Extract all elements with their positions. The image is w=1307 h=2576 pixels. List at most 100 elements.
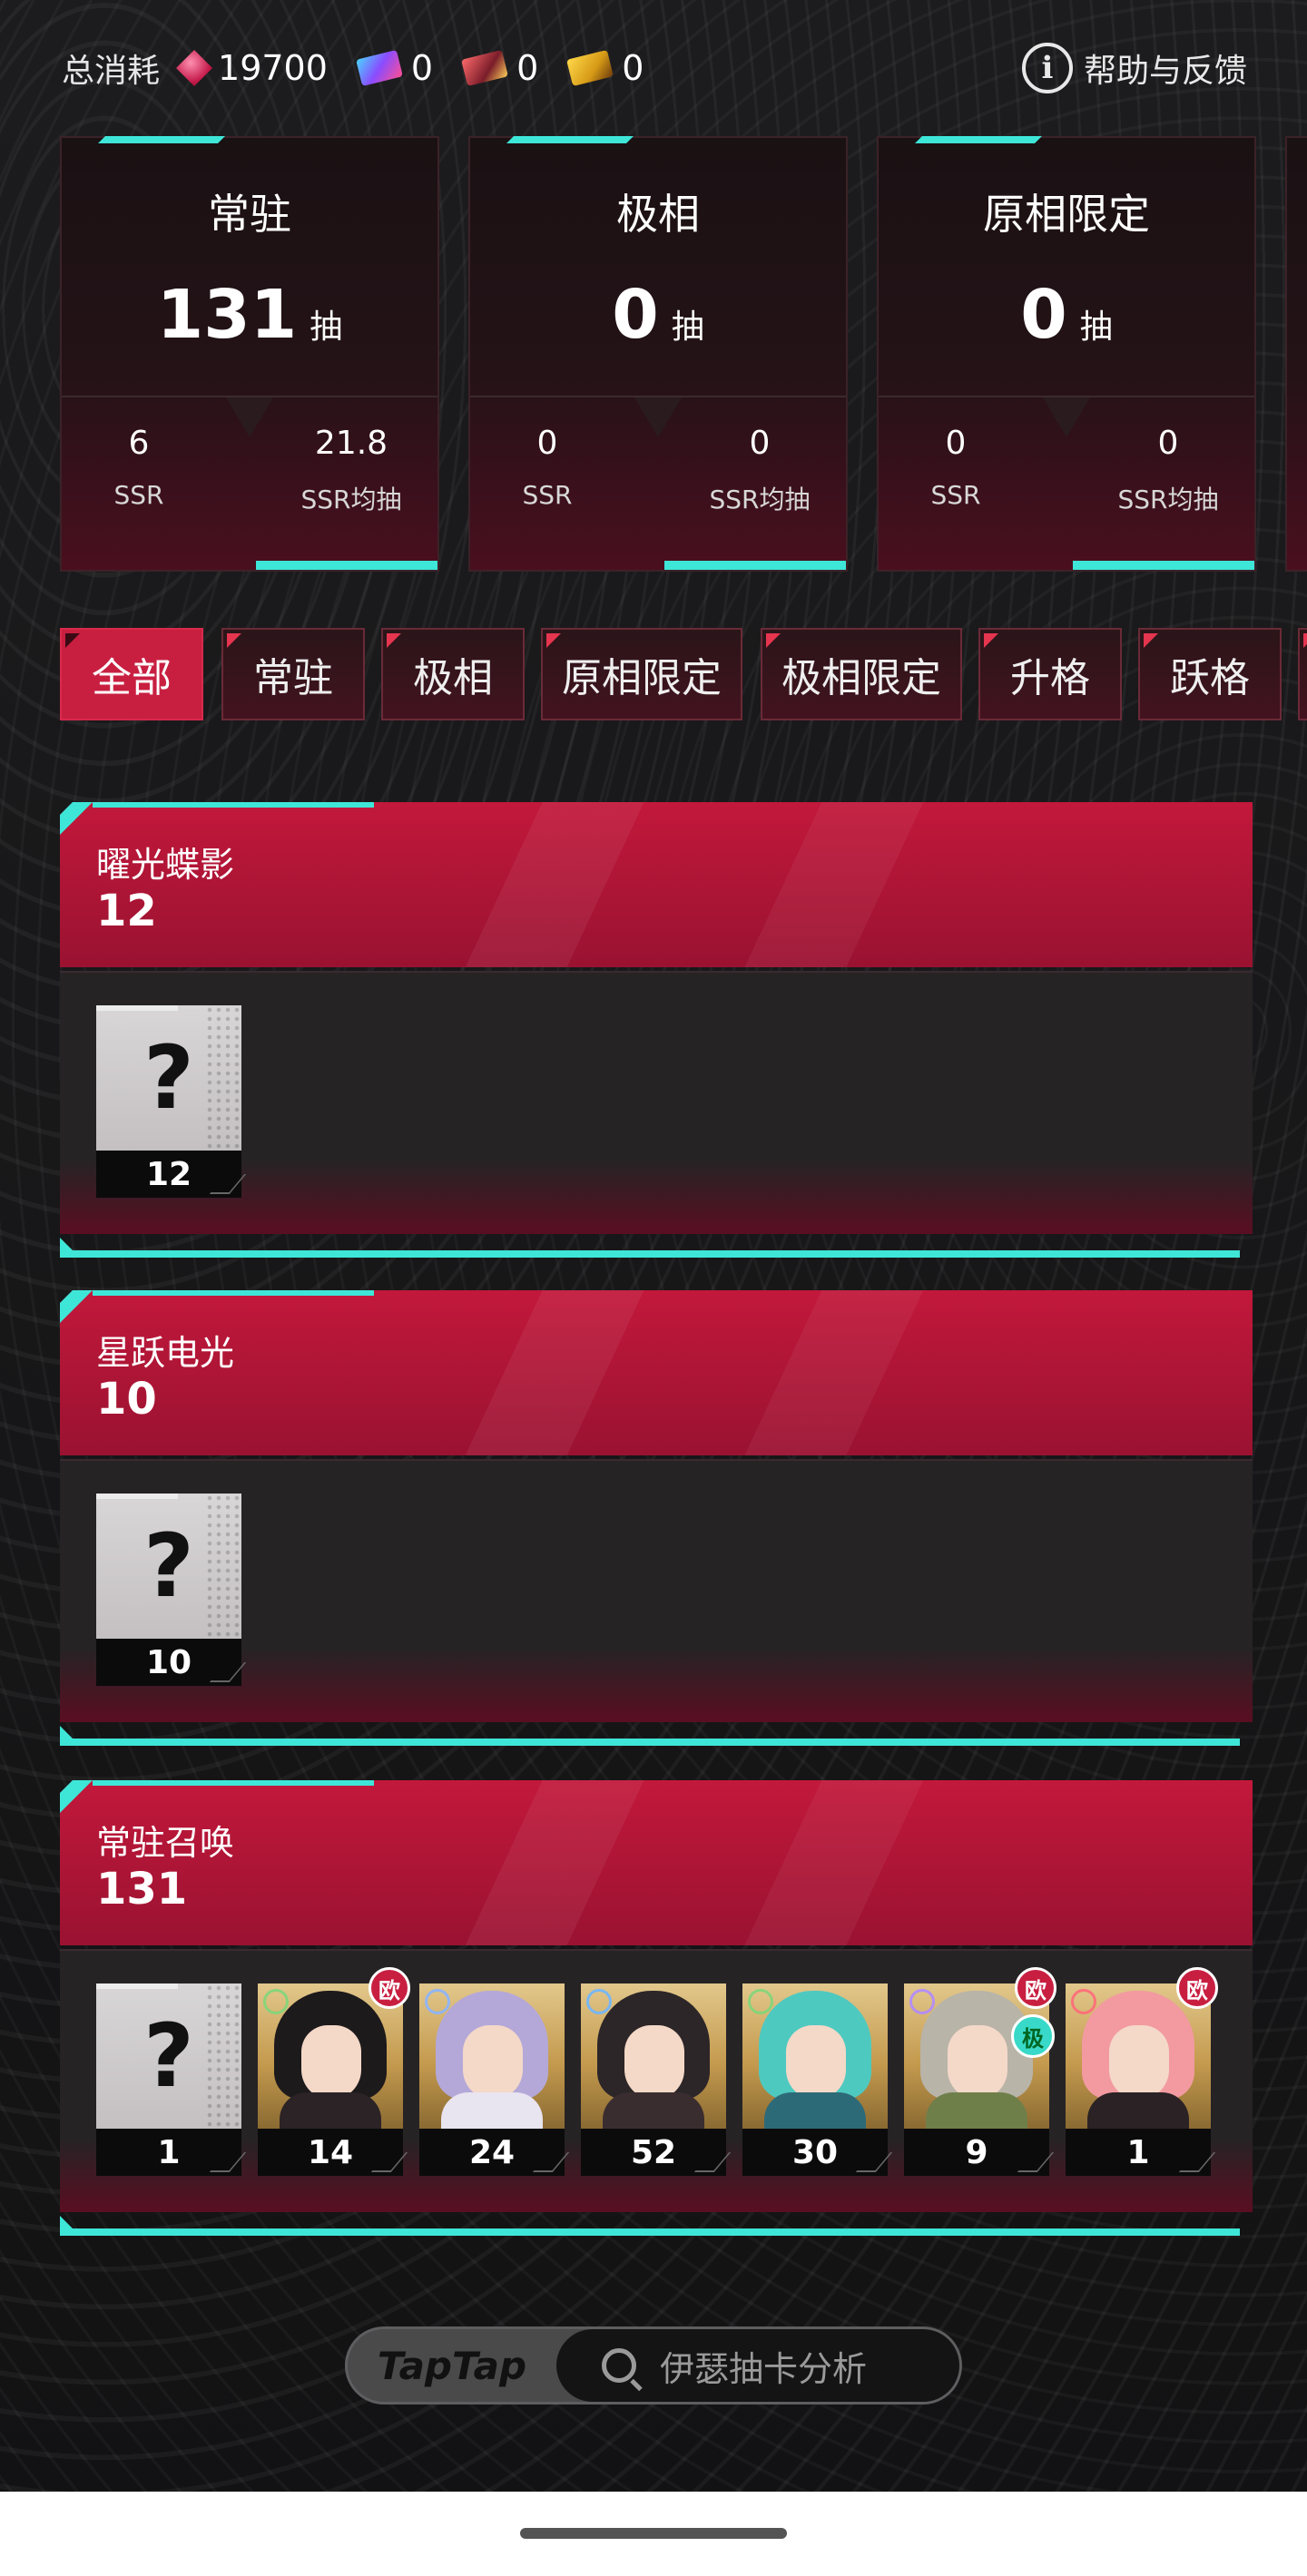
ssr-stat: 6 SSR (80, 425, 198, 510)
tab-extreme-limited[interactable]: 极相限定 (761, 628, 962, 720)
character-slot[interactable]: 欧 14 (258, 1967, 410, 2176)
ssr-avg-stat: 21.8 SSR均抽 (283, 425, 419, 516)
pull-count-label: 1 (1066, 2129, 1211, 2176)
character-slot[interactable]: 52 (581, 1983, 726, 2176)
ticket-red-value: 0 (516, 48, 539, 88)
pool-name: 曜光蝶影 (96, 845, 235, 885)
pool-body: ? 10 (60, 1459, 1253, 1722)
pull-count: 0 (1020, 276, 1067, 354)
character-list: ? 1 欧 14 24 52 30 欧 极 9 欧 1 (96, 1967, 1227, 2176)
character-slot[interactable]: 欧 1 (1066, 1967, 1218, 2176)
triangle-decoration (1043, 397, 1090, 437)
character-slot[interactable]: 30 (742, 1983, 888, 2176)
tab-standard[interactable]: 常驻 (221, 628, 365, 720)
stat-card-pulls: 0抽 (470, 276, 846, 354)
stat-card-extreme[interactable]: 极相 0抽 0 SSR 0 SSR均抽 (468, 136, 848, 572)
teal-accent-line (60, 1739, 1240, 1746)
face-shape (624, 2025, 684, 2100)
help-feedback-button[interactable]: i 帮助与反馈 (1021, 43, 1247, 93)
lucky-badge: 欧 (1176, 1967, 1218, 2009)
divider (470, 396, 846, 397)
info-icon: i (1021, 43, 1073, 93)
consumption-label: 总消耗 (62, 53, 161, 90)
search-icon (602, 2348, 636, 2383)
stat-card-title: 常驻 (208, 190, 291, 239)
pull-count-label: 52 (581, 2129, 726, 2176)
pull-unit: 抽 (310, 309, 343, 346)
face-shape (786, 2025, 846, 2100)
pool-header[interactable]: 星跃电光 10 (60, 1290, 1253, 1455)
element-icon (263, 1989, 289, 2014)
ssr-label: SSR (113, 480, 164, 510)
extreme-badge: 极 (1011, 2014, 1055, 2058)
stat-card-partial[interactable] (1285, 136, 1307, 572)
character-slot[interactable]: ? 1 (96, 1983, 241, 2176)
pool-header[interactable]: 曜光蝶影 12 (60, 802, 1253, 967)
stat-card-standard[interactable]: 常驻 131 抽 6 SSR 21.8 SSR均抽 (60, 136, 439, 572)
stat-card-limited[interactable]: 原相限定 0抽 0 SSR 0 SSR均抽 (877, 136, 1256, 572)
tab-leap[interactable]: 跃格 (1138, 628, 1282, 720)
body-shape (1087, 2092, 1189, 2129)
character-slot[interactable]: ? 12 (96, 1005, 241, 1198)
pull-count-label: 24 (419, 2129, 565, 2176)
teal-accent-line (60, 2228, 1240, 2236)
body-shape (603, 2092, 704, 2129)
character-slot[interactable]: 欧 极 9 (904, 1967, 1056, 2176)
character-list: ? 10 (96, 1494, 258, 1686)
pull-count-label: 30 (742, 2129, 888, 2176)
ssr-avg-label: SSR均抽 (709, 485, 811, 514)
top-bar: 总消耗 19700 0 0 0 i 帮助与反馈 (0, 0, 1307, 136)
ssr-avg-stat: 0 SSR均抽 (1100, 425, 1236, 516)
tab-all[interactable]: 全部 (60, 628, 203, 720)
pool-body: ? 12 (60, 971, 1253, 1234)
lucky-badge: 欧 (369, 1967, 410, 2009)
gem-icon (176, 50, 213, 86)
tab-ascend[interactable]: 升格 (978, 628, 1122, 720)
lucky-badge: 欧 (1015, 1967, 1056, 2009)
ticket-gold-value: 0 (622, 48, 644, 88)
ticket-gold-icon (566, 49, 614, 87)
character-slot[interactable]: ? 10 (96, 1494, 241, 1686)
character-slot[interactable]: 24 (419, 1983, 565, 2176)
element-icon (1071, 1989, 1096, 2014)
pull-unit: 抽 (671, 309, 704, 346)
pull-count: 0 (612, 276, 659, 354)
unknown-portrait: ? (96, 1983, 241, 2129)
pull-count-label: 14 (258, 2129, 403, 2176)
currency-ticket-gold: 0 (566, 48, 644, 88)
pool-name: 星跃电光 (96, 1333, 235, 1373)
tab-extreme[interactable]: 极相 (381, 628, 525, 720)
taptap-logo: TapTap (377, 2343, 527, 2388)
tab-original-limited[interactable]: 原相限定 (541, 628, 742, 720)
pool-section: 曜光蝶影 12 ? 12 (60, 802, 1253, 1261)
face-shape (301, 2025, 361, 2100)
body-shape (441, 2092, 543, 2129)
ssr-avg-stat: 0 SSR均抽 (692, 425, 828, 516)
home-handle[interactable] (520, 2528, 787, 2539)
ssr-count: 0 (945, 425, 967, 462)
face-shape (948, 2025, 1007, 2100)
taptap-banner[interactable]: TapTap 伊瑟抽卡分析 (345, 2326, 962, 2405)
pool-pull-count: 12 (96, 886, 157, 936)
triangle-decoration (634, 397, 682, 437)
search-pill[interactable]: 伊瑟抽卡分析 (556, 2329, 959, 2402)
ssr-count: 6 (128, 425, 150, 462)
ticket-red-icon (461, 49, 509, 87)
help-label: 帮助与反馈 (1083, 53, 1247, 90)
pull-unit: 抽 (1079, 309, 1113, 346)
character-list: ? 12 (96, 1005, 258, 1198)
pool-section: 常驻召唤 131 ? 1 欧 14 24 52 30 欧 极 9 欧 1 (60, 1780, 1253, 2239)
unknown-portrait: ? (96, 1005, 241, 1151)
element-icon (425, 1989, 450, 2014)
ssr-avg-label: SSR均抽 (1117, 485, 1219, 514)
system-nav-bar (0, 2492, 1307, 2576)
divider (62, 396, 437, 397)
character-portrait (581, 1983, 726, 2129)
ssr-stat: 0 SSR (897, 425, 1015, 510)
tab-more-partial[interactable] (1298, 628, 1307, 720)
face-shape (1109, 2025, 1169, 2100)
gem-value: 19700 (218, 48, 328, 88)
pool-header[interactable]: 常驻召唤 131 (60, 1780, 1253, 1945)
stat-card-title: 极相 (616, 190, 700, 239)
pool-pull-count: 10 (96, 1374, 157, 1425)
